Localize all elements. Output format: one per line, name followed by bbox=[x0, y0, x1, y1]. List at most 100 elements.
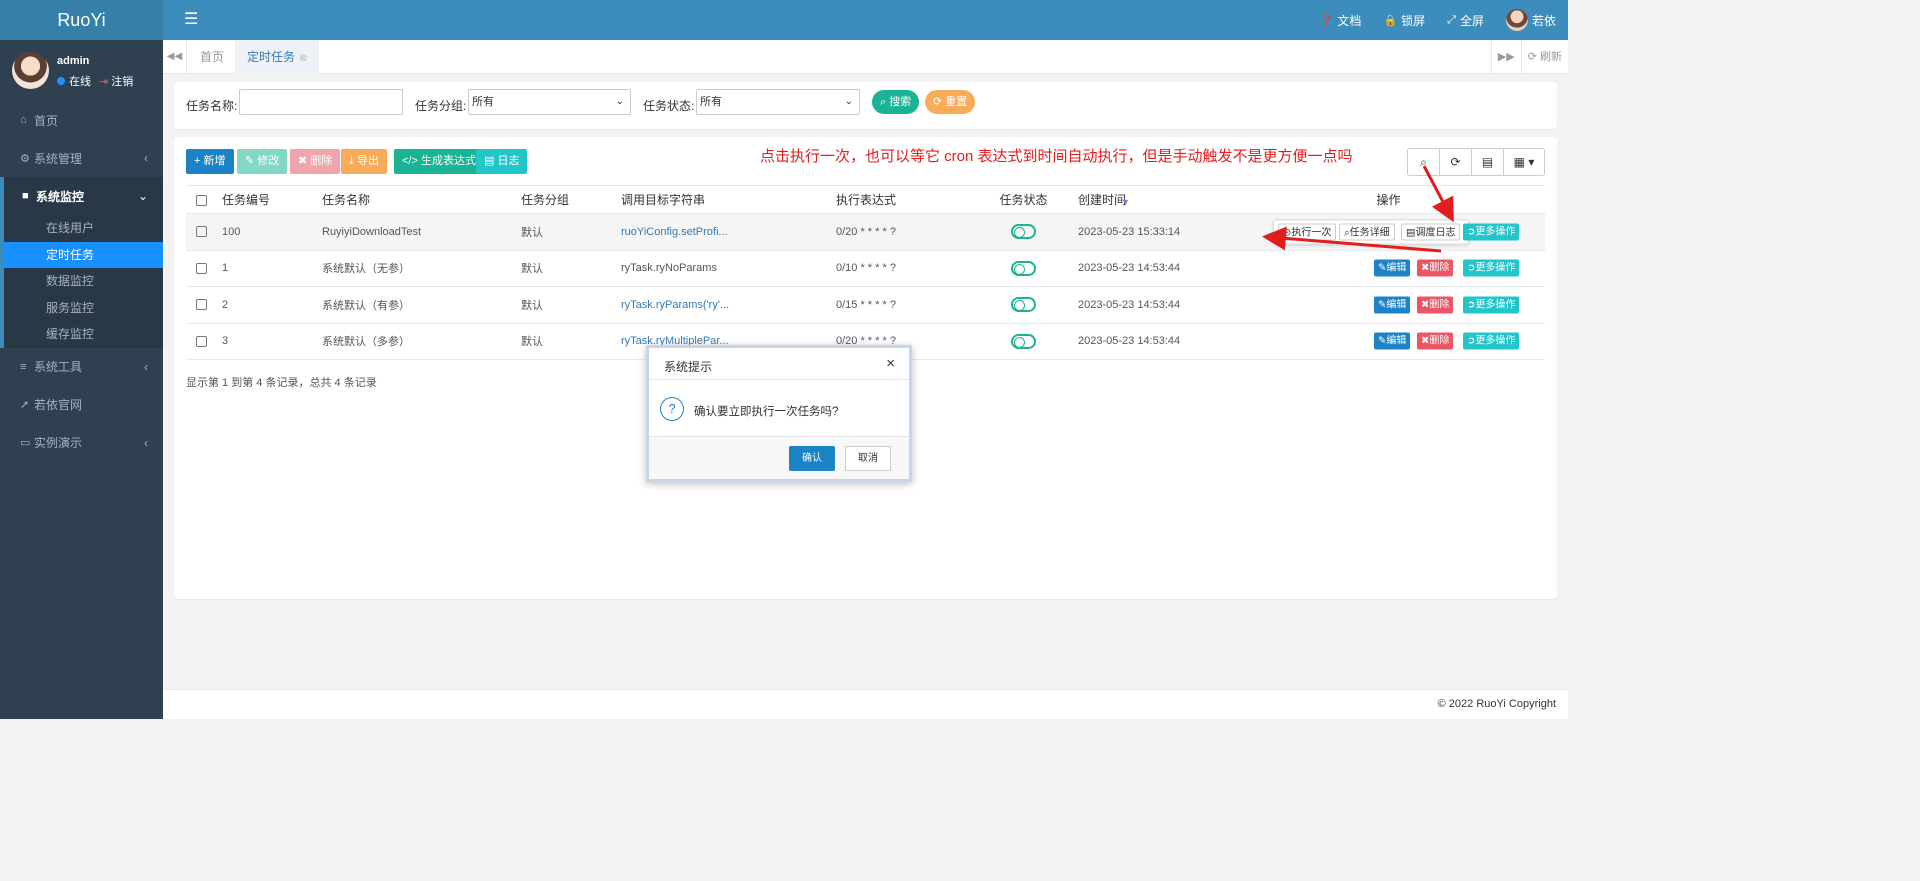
schedule-log-button[interactable]: ▤调度日志 bbox=[1401, 223, 1461, 241]
tabs-scroll-left-icon[interactable]: ◀◀ bbox=[163, 40, 187, 74]
more-actions-button[interactable]: ➲更多操作 bbox=[1463, 296, 1520, 314]
add-button[interactable]: + 新增 bbox=[186, 149, 234, 174]
confirm-button[interactable]: 确认 bbox=[789, 446, 835, 471]
task-table: 任务编号 任务名称 任务分组 调用目标字符串 执行表达式 任务状态 创建时间 操… bbox=[186, 185, 1545, 360]
sidebar-item-tools[interactable]: ≡ 系统工具 ‹ bbox=[0, 348, 163, 386]
sidebar-item-data-monitor[interactable]: 数据监控 bbox=[4, 268, 163, 295]
user-menu[interactable]: 若依 bbox=[1505, 9, 1556, 31]
refresh-tab-button[interactable]: ⟳ 刷新 bbox=[1520, 40, 1568, 74]
col-created-time[interactable]: 创建时间 bbox=[1066, 185, 1232, 214]
app-logo[interactable]: RuoYi bbox=[0, 0, 163, 40]
close-icon[interactable]: ⊗ bbox=[299, 53, 307, 64]
user-menu-label: 若依 bbox=[1531, 13, 1556, 28]
task-name-input[interactable] bbox=[239, 89, 403, 115]
status-toggle[interactable] bbox=[1011, 333, 1036, 349]
sort-desc-icon[interactable]: ▼ bbox=[1121, 197, 1130, 207]
sidebar-item-scheduled-tasks[interactable]: 定时任务 bbox=[4, 241, 163, 269]
row-checkbox[interactable] bbox=[196, 299, 207, 311]
cancel-button[interactable]: 取消 bbox=[845, 446, 891, 471]
col-status[interactable]: 任务状态 bbox=[981, 185, 1066, 214]
row-checkbox[interactable] bbox=[196, 262, 207, 274]
task-status-select[interactable]: 所有 ⌄ bbox=[696, 89, 860, 115]
cell-ops: ✎编辑 ✖删除 ➲更多操作 bbox=[1232, 286, 1545, 324]
more-actions-button[interactable]: ➲更多操作 bbox=[1463, 223, 1520, 241]
status-toggle[interactable] bbox=[1011, 297, 1036, 313]
video-icon: ■ bbox=[22, 190, 29, 202]
menu-toggle-icon[interactable]: ☰ bbox=[184, 10, 198, 30]
close-icon[interactable]: × bbox=[886, 355, 895, 372]
invoke-target-link[interactable]: ryTask.ryParams('ry'... bbox=[621, 299, 729, 311]
task-group-select[interactable]: 所有 ⌄ bbox=[468, 89, 631, 115]
edit-row-button[interactable]: ✎编辑 bbox=[1374, 296, 1411, 314]
tabs-right-actions: ▶▶ ⟳ 刷新 bbox=[1490, 40, 1568, 74]
edit-button[interactable]: ✎ 修改 bbox=[237, 149, 288, 174]
tabs-scroll-right-icon[interactable]: ▶▶ bbox=[1490, 40, 1521, 74]
search-button[interactable]: ⌕ 搜索 bbox=[872, 90, 920, 114]
lock-screen-link[interactable]: 🔒 锁屏 bbox=[1383, 12, 1425, 29]
status-toggle[interactable] bbox=[1011, 260, 1036, 276]
sidebar-item-demo[interactable]: ▭ 实例演示 ‹ bbox=[0, 424, 163, 462]
sidebar-item-online-users[interactable]: 在线用户 bbox=[4, 215, 163, 242]
table-row[interactable]: 100 RuyiyiDownloadTest 默认 ruoYiConfig.se… bbox=[186, 213, 1545, 251]
col-task-name[interactable]: 任务名称 bbox=[322, 185, 521, 214]
logout-label: 注销 bbox=[111, 76, 134, 88]
col-task-id[interactable]: 任务编号 bbox=[222, 185, 322, 214]
task-group-label: 任务分组: bbox=[415, 99, 467, 113]
tab-scheduled-tasks[interactable]: 定时任务 ⊗ bbox=[235, 40, 320, 74]
task-detail-button[interactable]: ⌕任务详细 bbox=[1339, 223, 1395, 241]
refresh-icon[interactable]: ⟳ bbox=[1440, 149, 1472, 175]
search-toggle-icon[interactable]: ⌕ bbox=[1408, 149, 1440, 175]
delete-button[interactable]: ✖ 删除 bbox=[290, 149, 341, 174]
invoke-target-link[interactable]: ruoYiConfig.setProfi... bbox=[621, 226, 728, 238]
row-checkbox[interactable] bbox=[196, 226, 207, 238]
more-actions-button[interactable]: ➲更多操作 bbox=[1463, 259, 1520, 277]
reset-button[interactable]: ⟳ 重置 bbox=[925, 90, 976, 114]
sidebar-item-cache-monitor[interactable]: 缓存监控 bbox=[4, 321, 163, 348]
export-button[interactable]: ⤓ 导出 bbox=[341, 149, 387, 174]
list-icon: ▤ bbox=[484, 155, 495, 167]
sidebar-item-home[interactable]: ⌂ 首页 bbox=[0, 101, 163, 139]
online-status: 在线 bbox=[57, 73, 91, 89]
cron-generator-button[interactable]: </> 生成表达式 bbox=[394, 149, 484, 174]
status-toggle[interactable] bbox=[1011, 224, 1036, 240]
docs-link[interactable]: ❓ 文档 bbox=[1320, 12, 1362, 29]
run-once-button[interactable]: ⊙执行一次 bbox=[1278, 223, 1337, 241]
sidebar-item-system-mgmt[interactable]: ⚙ 系统管理 ‹ bbox=[0, 139, 163, 177]
delete-row-button[interactable]: ✖删除 bbox=[1417, 296, 1454, 314]
monitor-submenu: 在线用户 定时任务 数据监控 服务监控 缓存监控 bbox=[0, 215, 163, 348]
tab-home[interactable]: 首页 bbox=[188, 40, 236, 74]
card-view-icon[interactable]: ▤ bbox=[1472, 149, 1504, 175]
more-actions-label: 更多操作 bbox=[1475, 262, 1516, 274]
sidebar-item-server-monitor[interactable]: 服务监控 bbox=[4, 295, 163, 322]
edit-row-button[interactable]: ✎编辑 bbox=[1374, 332, 1411, 350]
cell-ops: ⊙执行一次 ⌕任务详细 ▤调度日志 ➲更多操作 bbox=[1232, 213, 1545, 251]
chevron-left-icon: ‹ bbox=[144, 435, 148, 450]
col-cron[interactable]: 执行表达式 bbox=[836, 185, 981, 214]
table-row[interactable]: 2 系统默认（有参） 默认 ryTask.ryParams('ry'... 0/… bbox=[186, 286, 1545, 324]
logout-link[interactable]: ⇥ 注销 bbox=[99, 73, 133, 89]
row-checkbox[interactable] bbox=[196, 335, 207, 347]
col-task-group[interactable]: 任务分组 bbox=[521, 185, 621, 214]
col-invoke-target[interactable]: 调用目标字符串 bbox=[621, 185, 836, 214]
sidebar-item-website[interactable]: ➚ 若依官网 bbox=[0, 386, 163, 424]
select-all-checkbox[interactable] bbox=[196, 194, 207, 206]
cell-task-name: 系统默认（多参） bbox=[322, 323, 521, 360]
row-actions: ✎编辑 ✖删除 ➲更多操作 bbox=[1232, 324, 1545, 360]
sidebar-item-monitor[interactable]: ■ 系统监控 ⌄ bbox=[0, 177, 163, 215]
cell-task-id: 1 bbox=[222, 250, 322, 287]
sidebar-item-label: 系统监控 bbox=[36, 189, 85, 204]
fullscreen-link[interactable]: ⤢ 全屏 bbox=[1447, 12, 1484, 29]
delete-row-button[interactable]: ✖删除 bbox=[1417, 259, 1454, 277]
delete-row-button[interactable]: ✖删除 bbox=[1417, 332, 1454, 350]
col-created-label: 创建时间 bbox=[1078, 193, 1127, 207]
columns-icon[interactable]: ▦ ▾ bbox=[1504, 149, 1544, 175]
user-status: 在线 ⇥ 注销 bbox=[57, 73, 133, 89]
cell-status bbox=[981, 323, 1066, 360]
location-arrow-icon: ➚ bbox=[20, 399, 30, 412]
table-row[interactable]: 1 系统默认（无参） 默认 ryTask.ryNoParams 0/10 * *… bbox=[186, 250, 1545, 287]
cell-invoke-target: ruoYiConfig.setProfi... bbox=[621, 213, 836, 251]
log-button[interactable]: ▤ 日志 bbox=[476, 149, 528, 174]
more-actions-button[interactable]: ➲更多操作 bbox=[1463, 332, 1520, 350]
cell-task-id: 100 bbox=[222, 213, 322, 251]
edit-row-button[interactable]: ✎编辑 bbox=[1374, 259, 1411, 277]
